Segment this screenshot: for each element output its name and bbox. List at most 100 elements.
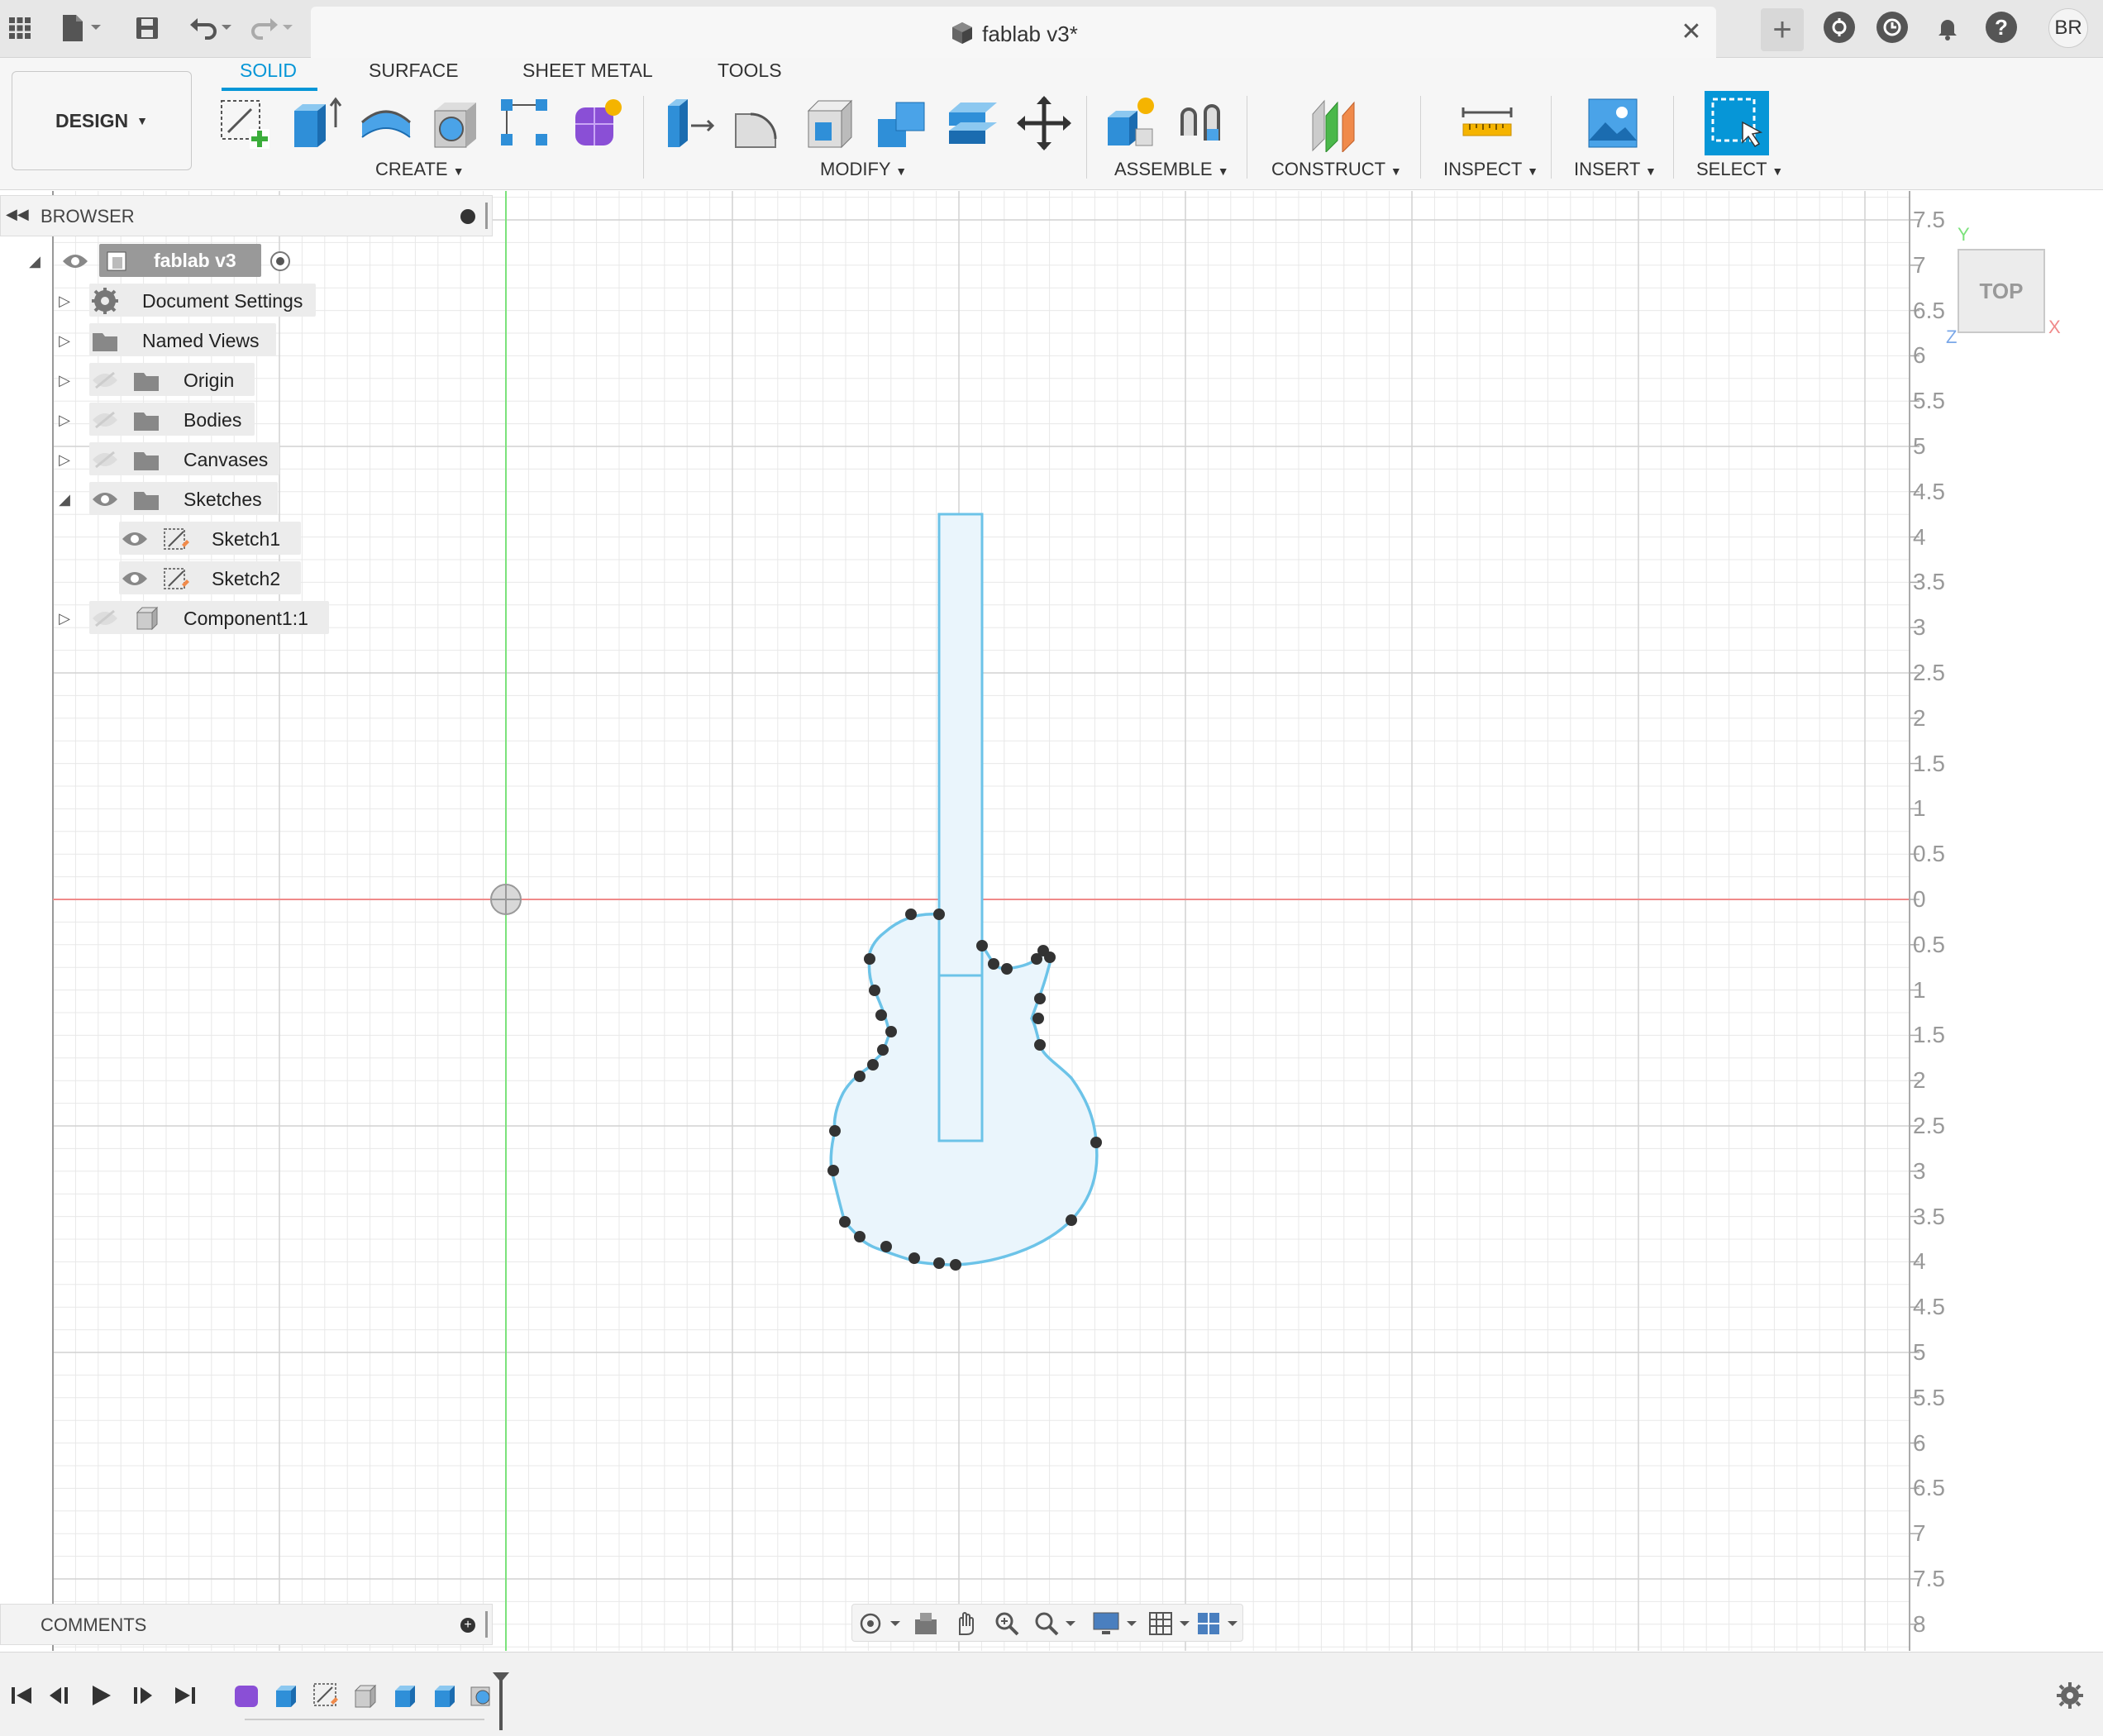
panel-resize-handle[interactable]: [485, 1611, 488, 1638]
hidden-eye-icon[interactable]: [91, 370, 119, 391]
extensions-icon[interactable]: [1824, 12, 1855, 43]
spline-point[interactable]: [933, 909, 945, 920]
browser-item-document-settings[interactable]: ▷ Document Settings: [0, 284, 331, 318]
step-forward-icon[interactable]: [127, 1681, 157, 1710]
fillet-icon[interactable]: [731, 94, 789, 152]
measure-icon[interactable]: [1458, 94, 1516, 152]
browser-item-bodies[interactable]: ▷ Bodies: [0, 403, 331, 437]
viewcube-widget[interactable]: Y X Z TOP: [1941, 224, 2082, 365]
pan-hand-icon[interactable]: [951, 1610, 980, 1638]
shell-icon[interactable]: [802, 94, 860, 152]
browser-item-named-views[interactable]: ▷ Named Views: [0, 323, 331, 358]
spline-point[interactable]: [908, 1252, 920, 1264]
origin-point[interactable]: [490, 884, 522, 915]
look-at-icon[interactable]: [912, 1610, 940, 1638]
inspect-menu[interactable]: INSPECT ▼: [1443, 159, 1538, 180]
viewcube-top-face[interactable]: TOP: [1958, 249, 2045, 333]
extrude-feature-icon[interactable]: [390, 1681, 420, 1710]
offset-plane-icon[interactable]: [1306, 94, 1364, 154]
timeline-settings-gear-icon[interactable]: [2055, 1681, 2085, 1710]
spline-point[interactable]: [877, 1044, 889, 1056]
notifications-icon[interactable]: [1931, 12, 1964, 45]
spline-point[interactable]: [867, 1059, 879, 1071]
job-status-icon[interactable]: [1876, 12, 1908, 43]
hole-icon[interactable]: [427, 94, 484, 152]
spline-point[interactable]: [950, 1259, 961, 1271]
orbit-icon[interactable]: [857, 1610, 904, 1638]
spline-point[interactable]: [1032, 1013, 1044, 1024]
create-form-icon[interactable]: [569, 94, 627, 152]
select-icon[interactable]: [1705, 91, 1769, 155]
spline-point[interactable]: [827, 1165, 839, 1176]
expand-arrow-icon[interactable]: ▷: [55, 608, 74, 628]
spline-point[interactable]: [854, 1071, 866, 1082]
new-tab-icon[interactable]: +: [1761, 8, 1804, 51]
visibility-eye-icon[interactable]: [91, 489, 119, 510]
extrude-feature-icon[interactable]: [430, 1681, 460, 1710]
play-icon[interactable]: [86, 1681, 116, 1710]
spline-point[interactable]: [1034, 993, 1046, 1004]
expand-arrow-icon[interactable]: ▷: [55, 450, 74, 470]
component-feature-icon[interactable]: [350, 1681, 380, 1710]
guitar-neck-rectangle[interactable]: [937, 513, 984, 977]
extrude-icon[interactable]: [286, 94, 344, 152]
insert-canvas-icon[interactable]: [1584, 94, 1642, 152]
browser-item-canvases[interactable]: ▷ Canvases: [0, 442, 331, 477]
browser-item-sketch1[interactable]: Sketch1: [0, 522, 331, 556]
browser-item-sketch2[interactable]: Sketch2: [0, 561, 331, 596]
browser-root-row[interactable]: ◢ fablab v3: [0, 244, 331, 279]
redo-icon[interactable]: [248, 12, 298, 45]
step-back-icon[interactable]: [45, 1681, 74, 1710]
hidden-eye-icon[interactable]: [91, 608, 119, 629]
collapse-arrow-icon[interactable]: ◢: [55, 489, 74, 509]
help-icon[interactable]: ?: [1986, 12, 2017, 43]
browser-item-component1[interactable]: ▷ Component1:1: [0, 601, 347, 636]
undo-icon[interactable]: [187, 12, 236, 45]
create-menu[interactable]: CREATE ▼: [375, 159, 465, 180]
spline-point[interactable]: [933, 1257, 945, 1269]
fit-view-icon[interactable]: [1032, 1610, 1079, 1638]
browser-item-origin[interactable]: ▷ Origin: [0, 363, 331, 398]
tab-sheet-metal[interactable]: SHEET METAL: [522, 60, 653, 82]
grid-settings-icon[interactable]: [1147, 1610, 1193, 1638]
collapse-arrow-icon[interactable]: ◢: [25, 251, 45, 271]
expand-arrow-icon[interactable]: ▷: [55, 410, 74, 430]
spline-point[interactable]: [829, 1125, 841, 1137]
tab-surface[interactable]: SURFACE: [369, 60, 459, 82]
spline-point[interactable]: [880, 1241, 892, 1252]
browser-item-sketches[interactable]: ◢ Sketches: [0, 482, 331, 517]
workspace-switcher-button[interactable]: DESIGN ▼: [12, 71, 192, 170]
save-icon[interactable]: [131, 12, 164, 45]
spline-point[interactable]: [1034, 1039, 1046, 1051]
move-copy-icon[interactable]: [1015, 94, 1073, 152]
close-tab-icon[interactable]: ✕: [1675, 15, 1708, 48]
comments-panel-header[interactable]: COMMENTS +: [0, 1604, 493, 1645]
spline-point[interactable]: [905, 909, 917, 920]
add-comment-icon[interactable]: +: [460, 1618, 475, 1633]
browser-pin-icon[interactable]: [460, 209, 475, 224]
expand-arrow-icon[interactable]: ▷: [55, 370, 74, 390]
expand-arrow-icon[interactable]: ▷: [55, 331, 74, 351]
go-to-end-icon[interactable]: [170, 1681, 200, 1710]
spline-point[interactable]: [1001, 963, 1013, 975]
modify-menu[interactable]: MODIFY ▼: [820, 159, 907, 180]
activate-component-radio-icon[interactable]: [268, 249, 293, 274]
spline-point[interactable]: [988, 958, 999, 970]
select-menu[interactable]: SELECT ▼: [1696, 159, 1783, 180]
visibility-eye-icon[interactable]: [61, 250, 89, 272]
assemble-menu[interactable]: ASSEMBLE ▼: [1114, 159, 1229, 180]
offset-face-icon[interactable]: [944, 94, 1002, 152]
create-sketch-icon[interactable]: [217, 94, 274, 152]
document-tab[interactable]: fablab v3* ✕: [311, 7, 1716, 58]
hidden-eye-icon[interactable]: [91, 449, 119, 470]
spline-point[interactable]: [864, 953, 875, 965]
new-component-icon[interactable]: [1103, 94, 1161, 152]
spline-point[interactable]: [885, 1026, 897, 1037]
collapse-panel-icon[interactable]: ◀◀: [6, 206, 29, 223]
form-feature-icon[interactable]: [231, 1681, 261, 1710]
press-pull-icon[interactable]: [660, 94, 718, 152]
insert-menu[interactable]: INSERT ▼: [1574, 159, 1657, 180]
joint-icon[interactable]: [1174, 94, 1232, 152]
spline-point[interactable]: [976, 940, 988, 951]
construct-menu[interactable]: CONSTRUCT ▼: [1271, 159, 1402, 180]
